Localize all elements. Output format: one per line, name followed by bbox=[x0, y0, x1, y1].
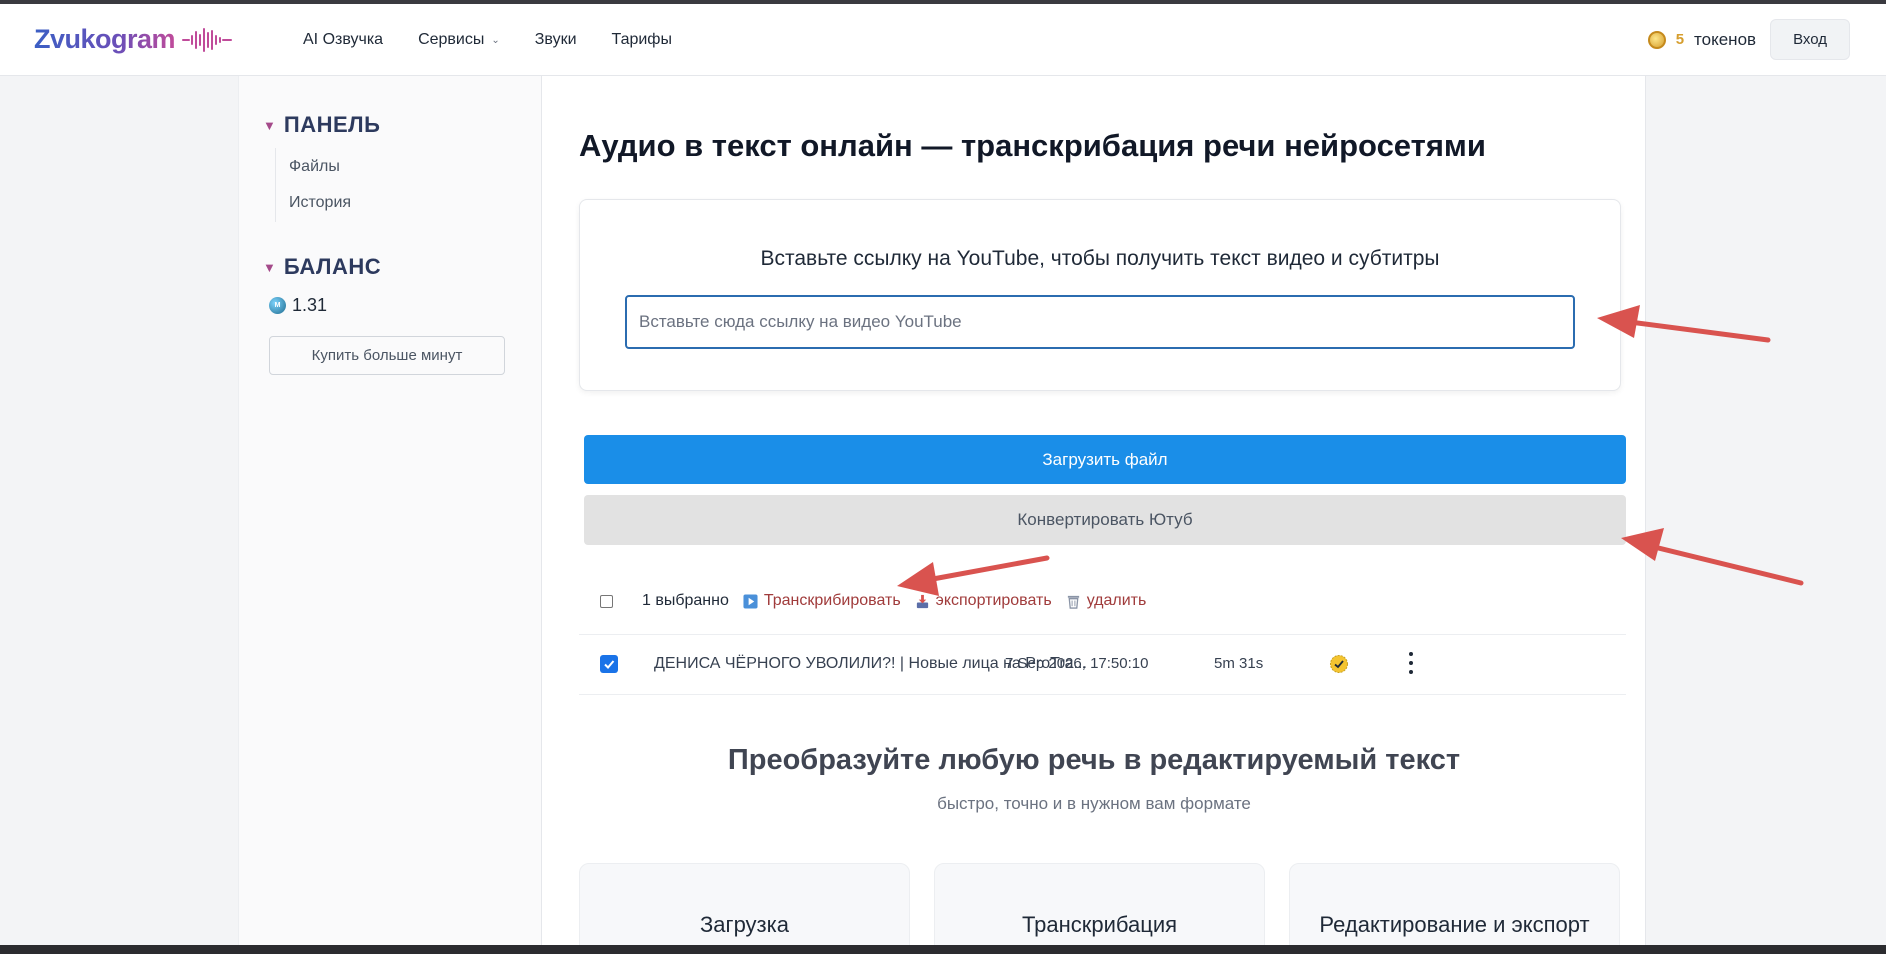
row-checkbox[interactable] bbox=[600, 655, 618, 673]
panel-rule bbox=[275, 148, 276, 222]
feature-title: Транскрибация bbox=[1021, 912, 1178, 937]
sidebar-item-history[interactable]: История bbox=[289, 194, 351, 212]
export-action[interactable]: экспортировать bbox=[915, 592, 1052, 610]
file-duration: 5m 31s bbox=[1214, 655, 1264, 672]
bulk-actions-toolbar: 1 выбранно Транскрибировать экспортирова… bbox=[600, 589, 1146, 613]
transcribe-label: Транскрибировать bbox=[763, 592, 901, 609]
export-icon bbox=[916, 594, 928, 608]
selected-count: 1 выбранно bbox=[642, 592, 729, 609]
taskbar-edge bbox=[0, 945, 1886, 954]
table-row[interactable]: ДЕНИСА ЧЁРНОГО УВОЛИЛИ?! | Новые лица на… bbox=[579, 634, 1626, 694]
youtube-heading: Вставьте ссылку на YouTube, чтобы получи… bbox=[760, 247, 1440, 270]
coin-icon bbox=[1647, 30, 1666, 49]
status-done-icon bbox=[1330, 655, 1348, 673]
logo[interactable]: Zvukogram bbox=[34, 24, 233, 55]
feature-card-editing: Редактирование и экспорт bbox=[1289, 863, 1620, 954]
promo-title: Преобразуйте любую речь в редактируемый … bbox=[727, 744, 1461, 776]
token-count: 5 bbox=[1675, 31, 1685, 48]
feature-title: Редактирование и экспорт bbox=[1319, 912, 1590, 937]
sidebar-item-files[interactable]: Файлы bbox=[289, 158, 340, 176]
nav-sounds-label: Звуки bbox=[534, 31, 577, 48]
select-all-checkbox[interactable] bbox=[600, 594, 613, 608]
nav-sounds[interactable]: Звуки bbox=[535, 31, 577, 49]
feature-title: Загрузка bbox=[700, 912, 789, 937]
nav-ai-voice-label: AI Озвучка bbox=[303, 31, 384, 48]
youtube-link-card: Вставьте ссылку на YouTube, чтобы получи… bbox=[579, 199, 1621, 391]
delete-label: удалить bbox=[1086, 592, 1147, 609]
trash-icon bbox=[1067, 595, 1079, 609]
nav-pricing[interactable]: Тарифы bbox=[612, 31, 672, 49]
main-content: Аудио в текст онлайн — транскрибация реч… bbox=[542, 76, 1646, 954]
promo-subtitle: быстро, точно и в нужном вам формате bbox=[937, 794, 1251, 813]
logo-text: Zvukogram bbox=[34, 24, 176, 54]
chevron-down-icon: ▼ bbox=[263, 117, 276, 133]
main-nav: AI Озвучка Сервисы ⌄ Звуки Тарифы bbox=[303, 4, 672, 76]
annotation-arrow bbox=[1643, 542, 1804, 586]
chevron-down-icon: ⌄ bbox=[491, 34, 500, 46]
feature-card-transcription: Транскрибация bbox=[934, 863, 1265, 954]
chevron-down-icon: ▼ bbox=[263, 259, 276, 275]
more-options-icon[interactable] bbox=[1408, 652, 1414, 674]
buy-minutes-button[interactable]: Купить больше минут bbox=[269, 336, 505, 375]
panel-title: ПАНЕЛЬ bbox=[283, 112, 381, 137]
export-label: экспортировать bbox=[935, 592, 1052, 609]
feature-card-upload: Загрузка bbox=[579, 863, 910, 954]
sound-wave-icon bbox=[182, 27, 233, 52]
site-header: Zvukogram AI Озвучка Сервисы ⌄ Звуки Тар… bbox=[0, 4, 1886, 76]
page-title: Аудио в текст онлайн — транскрибация реч… bbox=[579, 128, 1486, 163]
login-button[interactable]: Вход bbox=[1770, 19, 1850, 60]
balance-section-header[interactable]: ▼ БАЛАНС bbox=[263, 254, 381, 280]
balance-value: 1.31 bbox=[292, 295, 328, 315]
convert-youtube-button[interactable]: Конвертировать Ютуб bbox=[584, 495, 1626, 545]
balance-row: M 1.31 bbox=[269, 295, 327, 316]
delete-action[interactable]: удалить bbox=[1066, 592, 1147, 610]
nav-ai-voice[interactable]: AI Озвучка bbox=[303, 31, 383, 49]
balance-title: БАЛАНС bbox=[283, 254, 382, 279]
check-icon bbox=[604, 660, 615, 669]
header-right: 5 токенов Вход bbox=[1647, 19, 1850, 60]
nav-pricing-label: Тарифы bbox=[611, 31, 672, 48]
upload-file-button[interactable]: Загрузить файл bbox=[584, 435, 1626, 484]
token-label: токенов bbox=[1694, 29, 1757, 49]
row-divider bbox=[579, 694, 1626, 695]
youtube-url-input[interactable] bbox=[625, 295, 1575, 349]
nav-services-label: Сервисы bbox=[418, 31, 485, 48]
sidebar: ▼ ПАНЕЛЬ Файлы История ▼ БАЛАНС M 1.31 К… bbox=[238, 76, 542, 954]
nav-services[interactable]: Сервисы ⌄ bbox=[418, 31, 500, 49]
transcribe-action[interactable]: Транскрибировать bbox=[743, 592, 901, 610]
play-icon bbox=[743, 593, 758, 609]
panel-section-header[interactable]: ▼ ПАНЕЛЬ bbox=[263, 112, 380, 138]
file-date: 7 Sep 2026, 17:50:10 bbox=[1005, 655, 1149, 672]
minutes-clock-icon: M bbox=[269, 297, 286, 314]
